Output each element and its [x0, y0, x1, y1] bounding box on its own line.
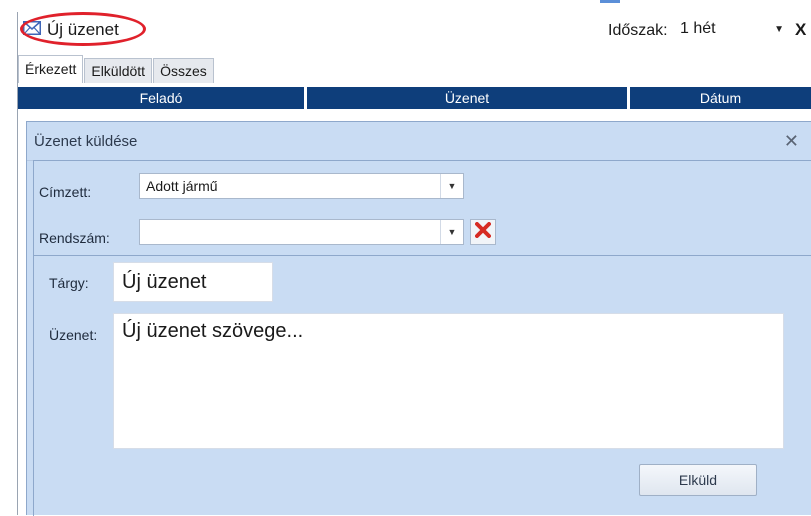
column-header-sender[interactable]: Feladó	[18, 87, 307, 109]
clear-plate-button[interactable]	[470, 219, 496, 245]
column-header-message[interactable]: Üzenet	[307, 87, 630, 109]
recipient-value: Adott jármű	[146, 178, 218, 194]
tab-received[interactable]: Érkezett	[18, 55, 84, 83]
subject-input[interactable]: Új üzenet	[113, 262, 273, 302]
plate-label: Rendszám:	[39, 230, 110, 246]
period-label: Időszak:	[608, 22, 668, 39]
chevron-down-icon: ▼	[440, 174, 463, 198]
dialog-title: Üzenet küldése	[34, 132, 138, 150]
chevron-down-icon: ▼	[774, 23, 784, 35]
column-header-date[interactable]: Dátum	[630, 87, 811, 109]
send-button[interactable]: Elküld	[639, 464, 757, 496]
table-header: Feladó Üzenet Dátum	[18, 87, 811, 109]
top-accent-line	[600, 0, 620, 3]
dialog-title-bar: Üzenet küldése ✕	[27, 122, 811, 161]
dialog-close-icon[interactable]: ✕	[784, 131, 811, 152]
message-label: Üzenet:	[49, 327, 98, 343]
close-button[interactable]: X	[795, 20, 806, 40]
red-x-icon	[475, 221, 491, 243]
period-select[interactable]: 1 hét ▼	[672, 14, 792, 44]
chevron-down-icon: ▼	[440, 220, 463, 244]
tab-sent[interactable]: Elküldött	[84, 58, 153, 83]
message-textarea[interactable]: Új üzenet szövege...	[113, 313, 784, 449]
plate-select[interactable]: ▼	[139, 219, 464, 245]
highlight-circle	[20, 12, 146, 46]
period-value: 1 hét	[680, 20, 716, 37]
recipient-label: Címzett:	[39, 184, 92, 200]
divider	[33, 255, 811, 256]
tab-all[interactable]: Összes	[153, 58, 214, 83]
subject-label: Tárgy:	[49, 275, 89, 291]
recipient-select[interactable]: Adott jármű ▼	[139, 173, 464, 199]
send-message-dialog: Üzenet küldése ✕ Címzett: Adott jármű ▼ …	[26, 121, 811, 516]
tab-bar: Érkezett Elküldött Összes	[18, 55, 215, 83]
